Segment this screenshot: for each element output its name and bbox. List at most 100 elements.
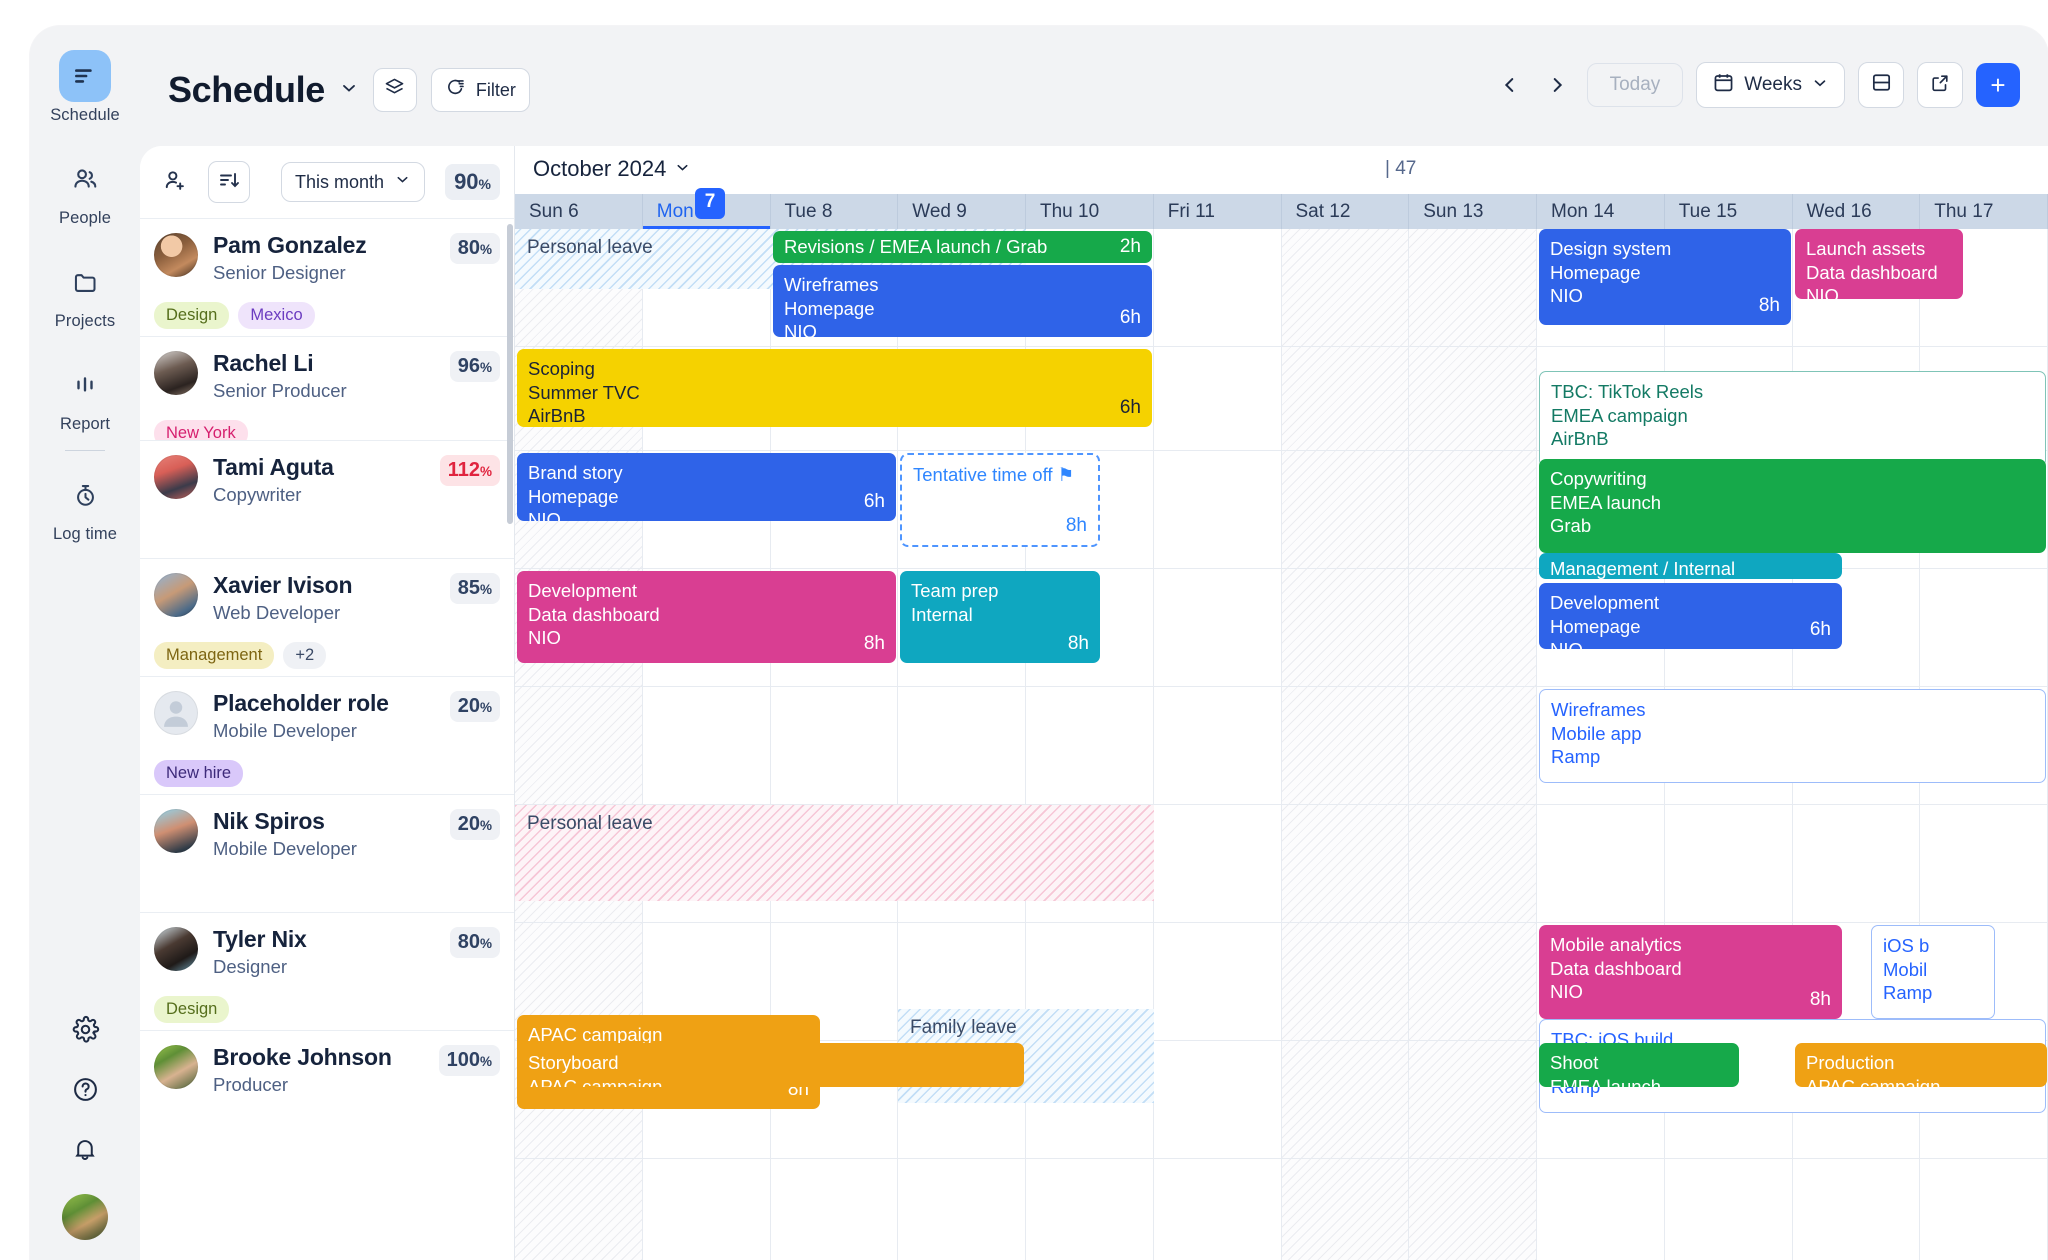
day-label: Tue 15 <box>1679 201 1737 223</box>
zoom-level-select[interactable]: Weeks <box>1696 62 1845 108</box>
sidebar-item-people[interactable]: People <box>30 153 140 228</box>
calendar-day-header[interactable]: Wed 16 <box>1793 194 1921 229</box>
calendar-day-header[interactable]: Fri 11 <box>1154 194 1282 229</box>
calendar-event[interactable]: Mobile analyticsData dashboardNIO8h <box>1539 925 1842 1019</box>
avatar <box>154 809 198 853</box>
calendar-event[interactable]: CopywritingEMEA launchGrab <box>1539 459 2046 553</box>
calendar-day-header[interactable]: Thu 17 <box>1920 194 2048 229</box>
export-button[interactable] <box>1917 62 1963 108</box>
calendar-event[interactable]: Design systemHomepageNIO8h <box>1539 229 1791 325</box>
person-tag[interactable]: Design <box>154 302 229 329</box>
calendar-event[interactable]: Revisions / EMEA launch / Grab2h <box>773 231 1152 263</box>
person-row[interactable]: Tami AgutaCopywriter112% <box>140 440 514 558</box>
people-scrollbar-thumb[interactable] <box>507 224 513 524</box>
calendar-day-header[interactable]: Mon 14 <box>1537 194 1665 229</box>
month-selector[interactable]: October 2024 <box>533 156 691 182</box>
gear-icon[interactable] <box>71 1015 100 1049</box>
calendar-event[interactable]: TBC: TikTok ReelsEMEA campaignAirBnB <box>1539 371 2046 467</box>
avatar[interactable] <box>62 1194 108 1240</box>
layers-button[interactable] <box>373 68 417 112</box>
person-row[interactable]: Pam GonzalezSenior Designer80%DesignMexi… <box>140 218 514 336</box>
calendar-event[interactable]: DevelopmentHomepageNIO6h <box>1539 583 1842 649</box>
calendar-event[interactable]: ProductionAPAC campaign <box>1795 1043 2047 1087</box>
calendar-day-header[interactable]: Mon7 <box>643 194 771 229</box>
event-client: AirBnB <box>528 404 1141 427</box>
calendar-event[interactable]: DevelopmentData dashboardNIO8h <box>517 571 896 663</box>
next-period-button[interactable] <box>1540 63 1574 107</box>
sidebar-label-projects: Projects <box>55 312 115 331</box>
calendar-event[interactable]: ShootEMEA launch <box>1539 1043 1739 1087</box>
person-role: Mobile Developer <box>213 720 389 742</box>
calendar-event[interactable]: Launch assetsData dashboardNIO <box>1795 229 1963 299</box>
add-person-button[interactable] <box>154 161 196 203</box>
person-tag[interactable]: New York <box>154 420 248 440</box>
person-row[interactable]: Rachel LiSenior Producer96%New York <box>140 336 514 440</box>
event-client: AirBnB <box>1551 427 2034 451</box>
sort-button[interactable] <box>208 161 250 203</box>
calendar-day-header[interactable]: Tue 8 <box>771 194 899 229</box>
event-title: Brand story <box>528 461 885 485</box>
toolbar-right: Today Weeks <box>1493 62 2020 108</box>
event-client: NIO <box>528 508 885 521</box>
event-project: APAC campaign <box>1806 1075 2036 1087</box>
prev-period-button[interactable] <box>1493 63 1527 107</box>
calendar-event[interactable]: Brand storyHomepageNIO6h <box>517 453 896 521</box>
calendar-day-header[interactable]: Sun 13 <box>1409 194 1537 229</box>
calendar-event[interactable]: Management / Internal <box>1539 553 1842 579</box>
zoom-level-label: Weeks <box>1744 74 1802 96</box>
event-client: NIO <box>1806 284 1952 299</box>
event-client: Ramp <box>1551 745 2034 769</box>
person-row[interactable]: Nik SpirosMobile Developer20% <box>140 794 514 912</box>
person-tag[interactable]: New hire <box>154 760 243 787</box>
split-panel-icon <box>1870 71 1893 99</box>
split-panel-button[interactable] <box>1858 62 1904 108</box>
event-title: Management / Internal <box>1550 557 1831 579</box>
person-name: Rachel Li <box>213 351 347 377</box>
main-card: This month 90% Pam GonzalezSenior Design… <box>140 146 2048 1260</box>
today-date-pill: 7 <box>695 188 726 219</box>
sidebar-label-log-time: Log time <box>53 525 117 544</box>
sidebar-item-projects[interactable]: Projects <box>30 256 140 331</box>
calendar-day-header[interactable]: Tue 15 <box>1665 194 1793 229</box>
calendar-event[interactable]: WireframesMobile appRamp <box>1539 689 2046 783</box>
event-client: Ramp <box>1883 981 1983 1005</box>
calendar-event[interactable]: Tentative time off ⚑8h <box>900 453 1100 547</box>
sidebar-label-people: People <box>59 209 111 228</box>
people-scrollbar[interactable] <box>507 224 513 1250</box>
calendar-month-row: October 2024 | 47 <box>515 146 2048 194</box>
bell-icon[interactable] <box>71 1135 99 1168</box>
period-select[interactable]: This month <box>281 162 425 202</box>
calendar-event[interactable]: ScopingSummer TVCAirBnB6h <box>517 349 1152 427</box>
calendar-event[interactable]: StoryboardAPAC campaign <box>517 1043 1024 1087</box>
calendar-day-header[interactable]: Sat 12 <box>1282 194 1410 229</box>
person-row[interactable]: Brooke JohnsonProducer100% <box>140 1030 514 1148</box>
day-label: Sun 13 <box>1423 201 1483 223</box>
calendar-event[interactable]: WireframesHomepageNIO6h <box>773 265 1152 337</box>
filter-button[interactable]: Filter <box>431 68 530 112</box>
person-tag[interactable]: +2 <box>283 642 326 669</box>
add-button[interactable]: + <box>1976 63 2020 107</box>
calendar-event[interactable]: iOS bMobilRamp <box>1871 925 1995 1019</box>
person-row[interactable]: Xavier IvisonWeb Developer85%Management+… <box>140 558 514 676</box>
sidebar-item-log-time[interactable]: Log time <box>30 469 140 544</box>
event-title: Team prep <box>911 579 1089 603</box>
person-row[interactable]: Placeholder roleMobile Developer20%New h… <box>140 676 514 794</box>
sidebar-item-schedule[interactable]: Schedule <box>30 50 140 125</box>
question-circle-icon[interactable] <box>71 1075 100 1109</box>
person-tag[interactable]: Mexico <box>238 302 314 329</box>
today-button[interactable]: Today <box>1587 63 1684 107</box>
person-tag[interactable]: Design <box>154 996 229 1023</box>
sidebar-label-schedule: Schedule <box>50 106 120 125</box>
person-name: Pam Gonzalez <box>213 233 367 259</box>
calendar-icon <box>1712 71 1735 99</box>
day-label: Wed 16 <box>1807 201 1872 223</box>
calendar-day-header[interactable]: Sun 6 <box>515 194 643 229</box>
calendar-event[interactable]: Team prepInternal8h <box>900 571 1100 663</box>
person-row[interactable]: Tyler NixDesigner80%Design <box>140 912 514 1030</box>
person-tag[interactable]: Management <box>154 642 274 669</box>
sidebar-item-report[interactable]: Report <box>30 359 140 434</box>
calendar-day-header[interactable]: Thu 10 <box>1026 194 1154 229</box>
chevron-down-icon[interactable] <box>339 78 359 103</box>
calendar-day-header[interactable]: Wed 9 <box>898 194 1026 229</box>
event-project: Data dashboard <box>1806 261 1952 285</box>
